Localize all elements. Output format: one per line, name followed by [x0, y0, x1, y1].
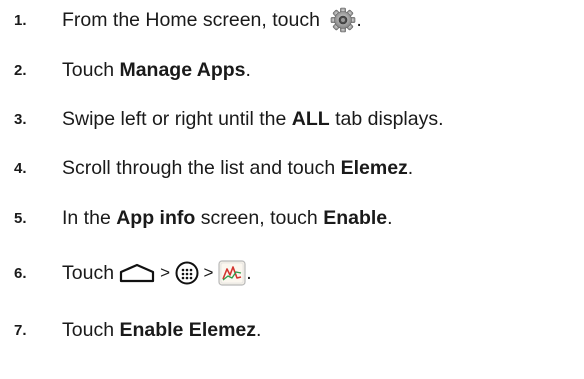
step-number: 1. [14, 11, 27, 29]
step-number: 6. [14, 264, 27, 282]
ui-label-manage-apps: Manage Apps [119, 58, 246, 81]
step-text: In the App info screen, touch Enable . [62, 207, 393, 230]
step-text-after: . [356, 8, 362, 31]
step-text-before: From the Home screen, touch [62, 8, 326, 31]
ui-label-enable: Enable [323, 206, 388, 229]
ui-label-enable-elemez: Enable Elemez [119, 318, 257, 341]
ui-label-elemez: Elemez [340, 156, 408, 179]
step-text: Swipe left or right until the ALL tab di… [62, 108, 444, 131]
step-text-middle: screen, touch [195, 206, 324, 229]
all-apps-icon [175, 261, 199, 285]
step-text: From the Home screen, touch . [62, 7, 362, 33]
step-text: Scroll through the list and touch Elemez… [62, 157, 413, 180]
step-text-after: . [387, 206, 393, 229]
step-text-after: . [245, 58, 251, 81]
step-text-before: Swipe left or right until the [62, 107, 292, 130]
step-text-before: Touch [62, 58, 120, 81]
step-text-after: tab displays. [329, 107, 444, 130]
separator-arrow: > [155, 263, 175, 282]
step-text: Touch Enable Elemez . [62, 319, 261, 342]
step-number: 2. [14, 61, 27, 79]
step-text-after: . [246, 261, 252, 284]
step-number: 5. [14, 209, 27, 227]
separator-arrow: > [198, 263, 219, 282]
ui-label-app-info: App info [116, 206, 196, 229]
instruction-steps: 1. From the Home screen, touch . 2. Touc… [0, 0, 584, 379]
step-number: 7. [14, 321, 27, 339]
step-text-before: Touch [62, 318, 120, 341]
step-number: 4. [14, 159, 27, 177]
step-text: Touch > > . [62, 260, 252, 286]
step-text-before: Scroll through the list and touch [62, 156, 341, 179]
settings-gear-icon [331, 7, 356, 33]
step-number: 3. [14, 110, 27, 128]
home-icon [120, 263, 155, 283]
elemez-app-icon [218, 260, 246, 286]
step-text-before: Touch [62, 261, 120, 284]
ui-label-all-tab: ALL [291, 107, 330, 130]
step-text: Touch Manage Apps . [62, 59, 251, 82]
step-text-after: . [256, 318, 262, 341]
step-text-before: In the [62, 206, 117, 229]
step-text-after: . [407, 156, 414, 179]
